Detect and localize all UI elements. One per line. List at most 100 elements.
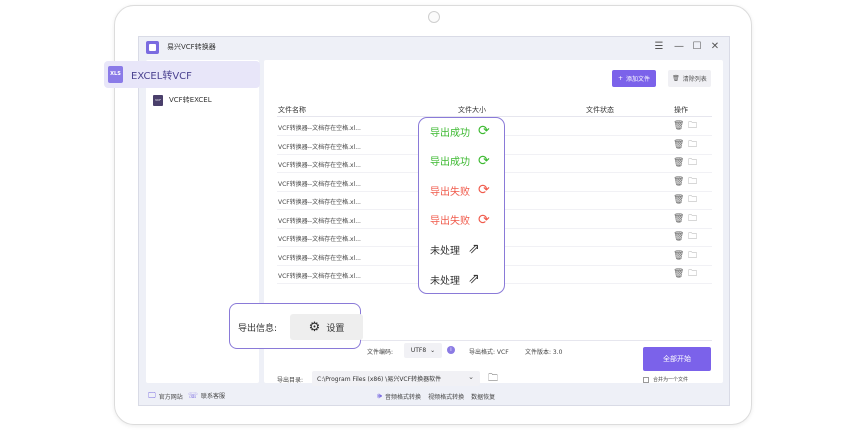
export-dir-label: 导出目录: (277, 377, 304, 384)
info-icon[interactable]: i (447, 346, 455, 354)
website-label: 官方网站 (158, 393, 183, 401)
status-label: 导出失败 (430, 216, 470, 228)
encoding-label: 文件编码: (367, 349, 394, 356)
status-item: 导出成功 ⟳ (430, 153, 490, 169)
merge-label: 合并为一个文件 (653, 377, 689, 383)
headset-icon: ☏ (188, 391, 199, 400)
delete-icon[interactable]: 🗑 (673, 232, 684, 242)
status-label: 导出成功 (430, 157, 470, 169)
refresh-icon[interactable]: ⟳ (478, 182, 490, 198)
status-item: 导出失败 ⟳ (430, 182, 490, 198)
promo-link-audio[interactable]: 音频格式转换 (385, 392, 421, 401)
folder-icon[interactable]: 🗀 (688, 177, 697, 187)
status-panel: 导出成功 ⟳ 导出成功 ⟳ 导出失败 ⟳ 导出失败 ⟳ 未处理 ⇗ 未处理 ⇗ (418, 117, 505, 294)
folder-icon[interactable]: 🗀 (688, 140, 697, 150)
speaker-icon: 🕪 (377, 391, 383, 400)
app-logo-icon (146, 41, 159, 54)
share-icon[interactable]: ⇗ (468, 241, 480, 257)
folder-icon[interactable]: 🗀 (688, 214, 697, 224)
share-icon[interactable]: ⇗ (468, 271, 480, 287)
export-info-label: 导出信息: (238, 324, 278, 334)
status-label: 导出失败 (430, 186, 470, 198)
promo-link-video[interactable]: 视频格式转换 (428, 392, 464, 401)
col-header-action: 操作 (674, 106, 688, 114)
merge-option[interactable]: 合并为一个文件 (643, 376, 688, 383)
menu-icon[interactable]: ☰ (653, 41, 665, 53)
sidebar-item-excel-to-vcf[interactable]: XLS EXCEL转VCF (104, 61, 260, 88)
promo-links: 🕪 音频格式转换 视频格式转换 数据恢复 (377, 391, 495, 401)
vcf-file-icon: VCF (153, 94, 163, 106)
maximize-button[interactable]: ☐ (691, 41, 703, 53)
col-header-size: 文件大小 (458, 106, 486, 114)
camera-icon (428, 11, 440, 23)
delete-icon[interactable]: 🗑 (673, 121, 684, 131)
status-label: 导出成功 (430, 127, 470, 139)
file-name: VCF转换器--文档存在空格.xl... (278, 217, 361, 225)
file-name: VCF转换器--文档存在空格.xl... (278, 162, 361, 169)
settings-button[interactable]: ⚙ 设置 (290, 314, 363, 340)
export-format: 导出格式: VCF (469, 349, 509, 356)
delete-icon[interactable]: 🗑 (673, 177, 684, 187)
file-name: VCF转换器--文档存在空格.xl... (278, 273, 361, 280)
support-link[interactable]: ☏ 联系客服 (188, 391, 225, 400)
website-link[interactable]: 🖵 官方网站 (148, 391, 183, 401)
clear-list-label: 清除列表 (682, 76, 707, 83)
file-name: VCF转换器--文档存在空格.xl... (278, 125, 361, 132)
xls-file-icon: XLS (108, 66, 123, 83)
file-name: VCF转换器--文档存在空格.xl... (278, 199, 361, 206)
folder-icon[interactable]: 🗀 (688, 269, 697, 279)
app-title: 易兴VCF转换器 (167, 43, 216, 51)
folder-icon[interactable]: 🗀 (688, 121, 697, 131)
status-label: 未处理 (430, 275, 460, 287)
status-item: 导出成功 ⟳ (430, 123, 490, 139)
folder-icon[interactable]: 🗀 (688, 251, 697, 261)
status-item: 导出失败 ⟳ (430, 212, 490, 228)
sidebar-item-vcf-to-excel[interactable]: VCF VCF转EXCEL (153, 93, 212, 107)
monitor-icon: 🖵 (148, 391, 156, 400)
start-all-button[interactable]: 全部开始 (643, 347, 711, 371)
chevron-down-icon: ⌄ (430, 347, 436, 354)
close-button[interactable]: ✕ (709, 41, 721, 53)
support-label: 联系客服 (201, 393, 226, 400)
file-name: VCF转换器--文档存在空格.xl... (278, 236, 361, 243)
clear-list-button[interactable]: 🗑 清除列表 (668, 70, 711, 87)
file-name: VCF转换器--文档存在空格.xl... (278, 180, 361, 188)
delete-icon[interactable]: 🗑 (673, 269, 684, 279)
delete-icon[interactable]: 🗑 (673, 158, 684, 168)
export-info-panel: 导出信息: ⚙ 设置 (229, 303, 363, 349)
folder-icon[interactable]: 🗀 (688, 158, 697, 168)
add-file-button[interactable]: + 添加文件 (612, 70, 656, 87)
plus-icon: + (617, 75, 623, 82)
merge-checkbox[interactable] (643, 376, 649, 383)
refresh-icon[interactable]: ⟳ (478, 212, 490, 228)
col-header-name: 文件名称 (278, 106, 306, 114)
delete-icon[interactable]: 🗑 (673, 251, 684, 261)
encoding-select[interactable]: UTF8 ⌄ (404, 343, 442, 358)
refresh-icon[interactable]: ⟳ (478, 153, 490, 169)
refresh-icon[interactable]: ⟳ (478, 123, 490, 139)
status-item: 未处理 ⇗ (430, 271, 480, 287)
delete-icon[interactable]: 🗑 (673, 140, 684, 150)
add-file-label: 添加文件 (626, 76, 651, 83)
folder-icon[interactable]: 🗀 (688, 232, 697, 242)
gear-icon: ⚙ (308, 319, 321, 335)
export-dir-value: C:\Program Files (x86) \易兴VCF转换器软件 (317, 376, 442, 383)
file-name: VCF转换器--文档存在空格.xl... (278, 143, 361, 151)
title-bar: 易兴VCF转换器 ☰ — ☐ ✕ (139, 37, 729, 59)
folder-icon[interactable]: 🗀 (688, 195, 697, 205)
promo-link-recovery[interactable]: 数据恢复 (471, 392, 495, 401)
trash-icon: 🗑 (672, 75, 680, 82)
export-dir-select[interactable]: C:\Program Files (x86) \易兴VCF转换器软件 ⌄ (312, 371, 480, 386)
delete-icon[interactable]: 🗑 (673, 214, 684, 224)
file-name: VCF转换器--文档存在空格.xl... (278, 254, 361, 262)
status-label: 未处理 (430, 245, 460, 257)
col-header-status: 文件状态 (586, 106, 614, 114)
chevron-down-icon: ⌄ (468, 373, 474, 381)
encoding-value: UTF8 (410, 347, 427, 354)
footer: 🖵 官方网站 ☏ 联系客服 🕪 音频格式转换 视频格式转换 数据恢复 (139, 386, 729, 404)
file-version: 文件版本: 3.0 (525, 349, 563, 356)
minimize-button[interactable]: — (673, 41, 685, 53)
status-item: 未处理 ⇗ (430, 241, 480, 257)
delete-icon[interactable]: 🗑 (673, 195, 684, 205)
settings-label: 设置 (326, 323, 345, 334)
